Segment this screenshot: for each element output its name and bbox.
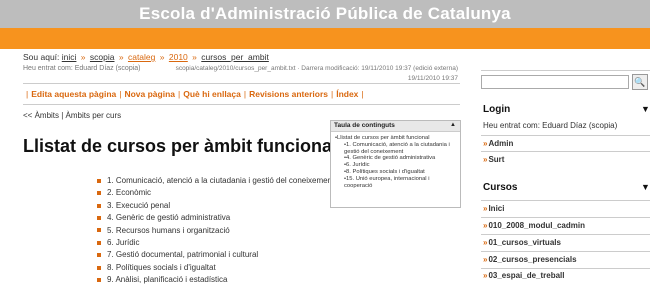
divider [481,234,650,235]
divider [481,135,650,136]
back-links[interactable]: << Àmbits | Àmbits per curs [23,111,121,120]
new-page-link[interactable]: Nova pàgina [124,89,175,99]
site-header: Escola d'Administració Pública de Catalu… [0,0,650,49]
toc-entry[interactable]: •8. Polítiques socials i d'igualtat [344,169,456,176]
list-item[interactable]: 5. Recursos humans i organització [97,225,334,237]
list-item[interactable]: 2. Econòmic [97,187,334,199]
backlinks-link[interactable]: Què hi enllaça [183,89,241,99]
toc-entry[interactable]: •15. Unió europea, internacional i coope… [344,176,456,190]
breadcrumb-separator: » [80,52,86,62]
toc-entry[interactable]: •4. Genèric de gestió administrativa [344,155,456,162]
breadcrumb-item-2010[interactable]: 2010 [169,52,188,62]
double-chevron-icon: » [483,204,488,213]
list-item[interactable]: 8. Polítiques socials i d'igualtat [97,262,334,274]
index-link[interactable]: Índex [336,89,358,99]
divider [481,151,650,152]
double-chevron-icon: » [483,221,488,230]
bullet-icon [97,228,101,233]
breadcrumb-separator: » [118,52,124,62]
table-of-contents: Taula de continguts ▲ •Llistat de cursos… [330,120,461,208]
sidebar-item-inici[interactable]: »Inici [483,204,504,213]
toc-header[interactable]: Taula de continguts ▲ [331,121,460,132]
bullet-icon [97,203,101,208]
breadcrumb-item-cataleg[interactable]: cataleg [128,52,155,62]
divider [481,217,650,218]
page-title: Llistat de cursos per àmbit funcional [23,136,338,156]
modified-date: 19/11/2010 19:37 [407,75,458,82]
page-path-modified: scopia/cataleg/2010/cursos_per_ambit.txt… [175,65,458,72]
bullet-icon [97,216,101,221]
page-actions: | Edita aquesta pàgina | Nova pàgina | Què hi… [26,89,364,99]
site-title[interactable]: Escola d'Administració Pública de Catalu… [0,4,650,24]
double-chevron-icon: » [483,255,488,264]
login-user-info: Heu entrat com: Eduard Díaz (scopia) [483,121,618,130]
divider [481,251,650,252]
divider [481,70,650,71]
list-item[interactable]: 4. Genèric de gestió administrativa [97,212,334,224]
bullet-icon [97,278,101,283]
old-revisions-link[interactable]: Revisions anteriors [249,89,328,99]
toc-title: Taula de continguts [334,122,395,129]
divider [23,104,460,105]
double-chevron-icon: » [483,238,488,247]
toc-entry[interactable]: •1. Comunicació, atenció a la ciutadania… [344,142,456,156]
double-chevron-icon: » [483,271,488,280]
collapse-arrow-icon[interactable]: ▲ [450,122,456,128]
collapse-triangle-icon[interactable]: ▼ [641,104,650,114]
breadcrumb-item-inici[interactable]: inici [62,52,77,62]
search-input[interactable] [481,75,629,89]
breadcrumb: Sou aquí: inici » scopia » cataleg » 201… [23,52,269,62]
sidebar-item-cursos-virtuals[interactable]: »01_cursos_virtuals [483,238,561,247]
bullet-icon [97,178,101,183]
course-list: 1. Comunicació, atenció a la ciutadania … [97,175,334,287]
toc-entry[interactable]: •Llistat de cursos per àmbit funcional [335,135,456,142]
sidebar-item-surt[interactable]: »Surt [483,155,504,164]
toc-entry[interactable]: •6. Jurídic [344,162,456,169]
double-chevron-icon: » [483,155,488,164]
login-heading: Login ▼ [483,104,650,115]
edit-page-link[interactable]: Edita aquesta pàgina [31,89,116,99]
bullet-icon [97,240,101,245]
list-item[interactable]: 6. Jurídic [97,237,334,249]
divider [23,83,460,84]
bullet-icon [97,191,101,196]
breadcrumb-item-cursos-per-ambit[interactable]: cursos_per_ambit [201,52,269,62]
divider [481,268,650,269]
list-item[interactable]: 3. Execució penal [97,200,334,212]
bullet-icon [97,253,101,258]
sidebar-item-espai-de-treball[interactable]: »03_espai_de_treball [483,271,565,280]
sidebar-item-admin[interactable]: »Admin [483,139,513,148]
breadcrumb-item-scopia[interactable]: scopia [90,52,115,62]
list-item[interactable]: 7. Gestió documental, patrimonial i cult… [97,249,334,261]
collapse-triangle-icon[interactable]: ▼ [641,182,650,192]
list-item[interactable]: 1. Comunicació, atenció a la ciutadania … [97,175,334,187]
breadcrumb-separator: » [159,52,165,62]
double-chevron-icon: » [483,139,488,148]
sidebar-item-cursos-presencials[interactable]: »02_cursos_presencials [483,255,577,264]
toc-body: •Llistat de cursos per àmbit funcional •… [331,132,460,192]
divider [481,200,650,201]
sidebar-item-modul-cadmin[interactable]: »010_2008_modul_cadmin [483,221,585,230]
breadcrumb-separator: » [192,52,197,62]
breadcrumb-prefix: Sou aquí: [23,52,60,62]
bullet-icon [97,265,101,270]
list-item[interactable]: 9. Anàlisi, planificació i estadística [97,274,334,286]
cursos-heading: Cursos ▼ [483,182,650,193]
search-icon[interactable]: 🔍 [632,74,648,90]
